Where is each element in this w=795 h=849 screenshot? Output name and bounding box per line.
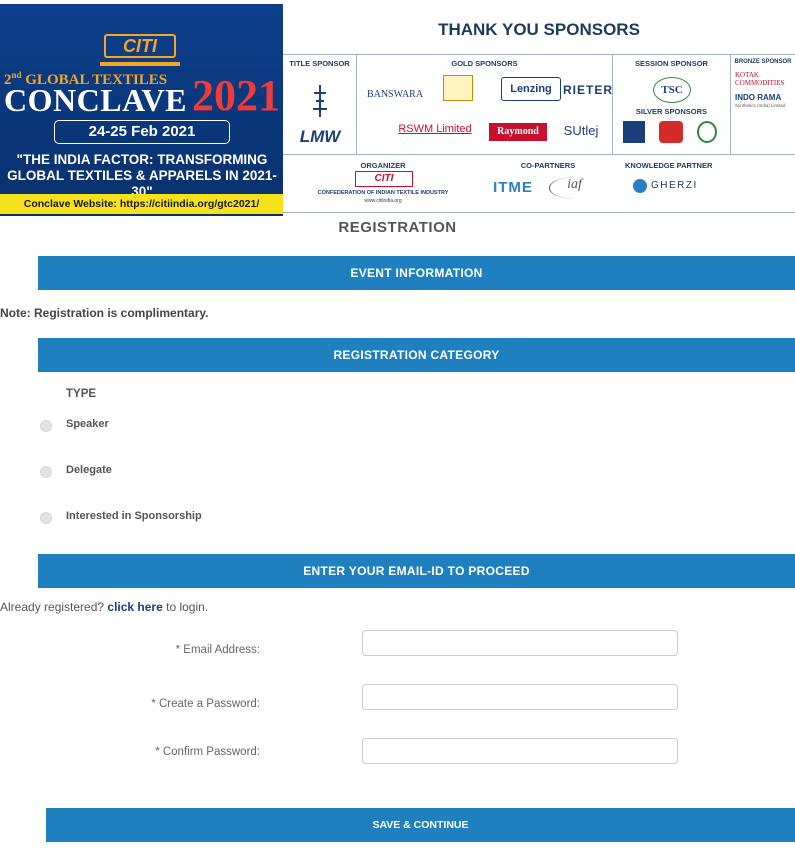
sponsors-panel: THANK YOU SPONSORS TITLE SPONSOR LMW GOL… <box>283 0 795 216</box>
gherzi-icon <box>633 179 647 193</box>
lmw-logo: LMW <box>299 127 341 146</box>
radio-sponsorship[interactable] <box>40 512 52 524</box>
login-prefix: Already registered? <box>0 600 105 614</box>
confirm-password-field[interactable] <box>362 738 678 764</box>
kotak-logo: KOTAK COMMODITIES <box>735 71 785 87</box>
iaf-logo: iaf <box>549 177 599 199</box>
bronze-sponsor-cell: BRONZE SPONSOR KOTAK COMMODITIES INDO RA… <box>731 55 795 155</box>
organizer-name: CONFEDERATION OF INDIAN TEXTILE INDUSTRY <box>317 190 449 196</box>
confirm-password-label: * Confirm Password: <box>155 746 260 758</box>
silver-sponsor-2-icon <box>659 121 683 143</box>
raymond-logo: Raymond <box>489 123 547 141</box>
title-sponsor-heading: TITLE SPONSOR <box>289 59 350 68</box>
conclave-website: Conclave Website: https://citiindia.org/… <box>0 194 283 214</box>
rieter-logo: RIETER <box>563 83 614 97</box>
login-prompt: Already registered? click here to login. <box>0 600 208 614</box>
knowledge-partner-heading: KNOWLEDGE PARTNER <box>625 161 713 170</box>
radio-label-sponsorship: Interested in Sponsorship <box>66 510 202 522</box>
organizer-cell: ORGANIZER CITI CONFEDERATION OF INDIAN T… <box>283 155 483 213</box>
registration-category-bar: REGISTRATION CATEGORY <box>38 338 795 372</box>
citi-logo-underline <box>100 62 180 66</box>
registration-section: REGISTRATION EVENT INFORMATION Note: Reg… <box>0 216 795 849</box>
conclave-panel: CITI 2nd GLOBAL TEXTILES CONCLAVE 2021 2… <box>0 4 283 216</box>
radio-speaker[interactable] <box>40 420 52 432</box>
copartners-cell: CO-PARTNERS ITME iaf <box>483 155 613 213</box>
gold-sponsors-cell: GOLD SPONSORS BANSWARA Lenzing RIETER RS… <box>357 55 613 155</box>
session-sponsor-cell: SESSION SPONSOR TSC SILVER SPONSORS <box>613 55 731 155</box>
page-title: REGISTRATION <box>338 219 457 236</box>
gherzi-logo: GHERZI <box>651 180 698 191</box>
bronze-sponsor-heading: BRONZE SPONSOR <box>734 59 792 65</box>
page: CITI 2nd GLOBAL TEXTILES CONCLAVE 2021 2… <box>0 0 795 849</box>
sponsors-title: THANK YOU SPONSORS <box>438 20 640 39</box>
radio-delegate[interactable] <box>40 466 52 478</box>
radio-label-speaker: Speaker <box>66 418 109 430</box>
lenzing-logo: Lenzing <box>501 77 561 101</box>
registration-note: Note: Registration is complimentary. <box>0 306 209 320</box>
password-label: * Create a Password: <box>151 698 260 710</box>
indorama-sub: Synthetics (India) Limited <box>735 103 786 108</box>
rswm-logo: RSWM Limited <box>398 123 472 135</box>
event-banner: CITI 2nd GLOBAL TEXTILES CONCLAVE 2021 2… <box>0 0 795 216</box>
radio-label-delegate: Delegate <box>66 464 112 476</box>
conclave-dates: 24-25 Feb 2021 <box>54 120 230 144</box>
citi-logo: CITI <box>104 34 176 58</box>
conclave-year: 2021 <box>192 71 280 120</box>
sutlej-logo: SUtlej <box>563 123 599 138</box>
copartners-heading: CO-PARTNERS <box>520 161 576 170</box>
silver-sponsor-3-icon <box>697 121 717 143</box>
conclave-title: CONCLAVE <box>4 82 187 118</box>
gold-sponsors-heading: GOLD SPONSORS <box>451 59 518 68</box>
organizer-url: www.citiindia.org <box>364 198 402 204</box>
banswara-logo: BANSWARA <box>366 89 424 100</box>
login-suffix: to login. <box>166 600 209 614</box>
event-information-bar: EVENT INFORMATION <box>38 256 795 290</box>
indorama-logo: INDO RAMA <box>735 93 782 102</box>
session-sponsor-heading: SESSION SPONSOR <box>635 59 708 68</box>
conclave-tagline: "THE INDIA FACTOR: TRANSFORMING GLOBAL T… <box>7 152 277 199</box>
save-continue-button[interactable]: SAVE & CONTINUE <box>46 808 795 842</box>
lmw-emblem-icon <box>313 85 327 117</box>
password-field[interactable] <box>362 684 678 710</box>
login-link[interactable]: click here <box>107 600 162 614</box>
type-header: TYPE <box>66 388 97 400</box>
email-label: * Email Address: <box>175 644 260 656</box>
knowledge-partner-cell: KNOWLEDGE PARTNER GHERZI <box>613 155 795 213</box>
email-proceed-bar: ENTER YOUR EMAIL-ID TO PROCEED <box>38 554 795 588</box>
title-sponsor-cell: TITLE SPONSOR LMW <box>283 55 357 155</box>
silver-sponsors-heading: SILVER SPONSORS <box>635 107 708 116</box>
organizer-citi-logo: CITI <box>355 171 413 187</box>
tsc-logo: TSC <box>653 77 691 103</box>
sponsors-grid: TITLE SPONSOR LMW GOLD SPONSORS BANSWARA… <box>283 54 795 213</box>
silver-sponsor-1-icon <box>623 121 645 143</box>
itme-logo: ITME <box>493 179 533 196</box>
email-field[interactable] <box>362 630 678 656</box>
gold-emblem-icon <box>443 75 473 101</box>
organizer-heading: ORGANIZER <box>360 161 406 170</box>
